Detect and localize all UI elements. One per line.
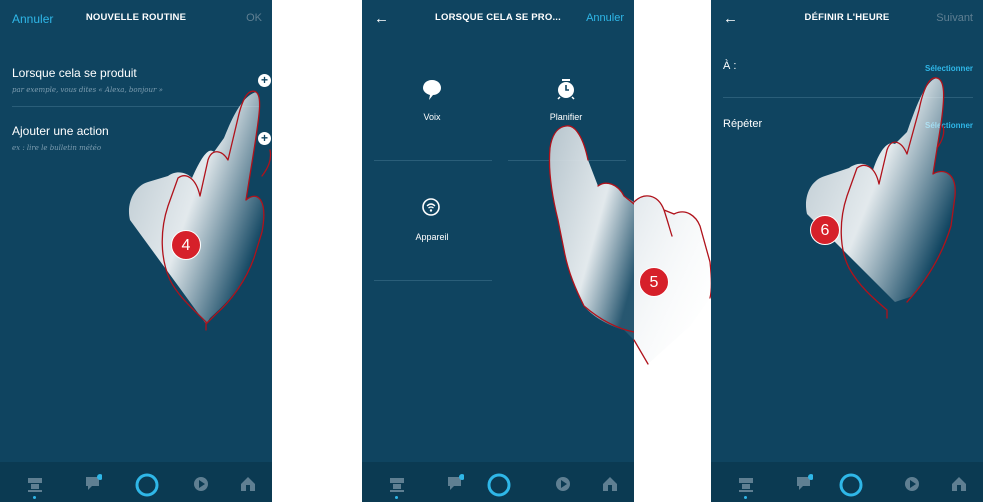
screen-set-time: ← DÉFINIR L'HEURE Suivant À : Sélectionn… xyxy=(711,0,983,502)
step-badge: 5 xyxy=(639,267,669,297)
home-devices-icon[interactable] xyxy=(389,476,405,492)
chat-bubble-icon[interactable] xyxy=(84,474,102,492)
alexa-ring-icon[interactable] xyxy=(134,472,160,498)
step-badge: 4 xyxy=(171,230,201,260)
screen-trigger-type: ← LORSQUE CELA SE PRO... Annuler Voix Pl… xyxy=(362,0,634,502)
pointing-hand-illustration xyxy=(128,90,272,331)
step-badge: 6 xyxy=(810,215,840,245)
home-devices-icon[interactable] xyxy=(27,476,43,492)
screen-new-routine: Annuler NOUVELLE ROUTINE OK Lorsque cela… xyxy=(0,0,272,502)
play-icon[interactable] xyxy=(904,476,920,492)
alexa-ring-icon[interactable] xyxy=(486,472,512,498)
bottom-nav xyxy=(711,462,983,502)
alexa-ring-icon[interactable] xyxy=(838,472,864,498)
play-icon[interactable] xyxy=(555,476,571,492)
play-icon[interactable] xyxy=(193,476,209,492)
home-devices-icon[interactable] xyxy=(738,476,754,492)
smart-home-icon[interactable] xyxy=(951,476,967,492)
chat-bubble-icon[interactable] xyxy=(795,474,813,492)
chat-bubble-icon[interactable] xyxy=(446,474,464,492)
pointing-hand-illustration xyxy=(805,77,956,319)
smart-home-icon[interactable] xyxy=(240,476,256,492)
smart-home-icon[interactable] xyxy=(602,476,618,492)
bottom-nav xyxy=(0,462,272,502)
bottom-nav xyxy=(362,462,634,502)
pointing-hand-illustration xyxy=(548,125,634,341)
